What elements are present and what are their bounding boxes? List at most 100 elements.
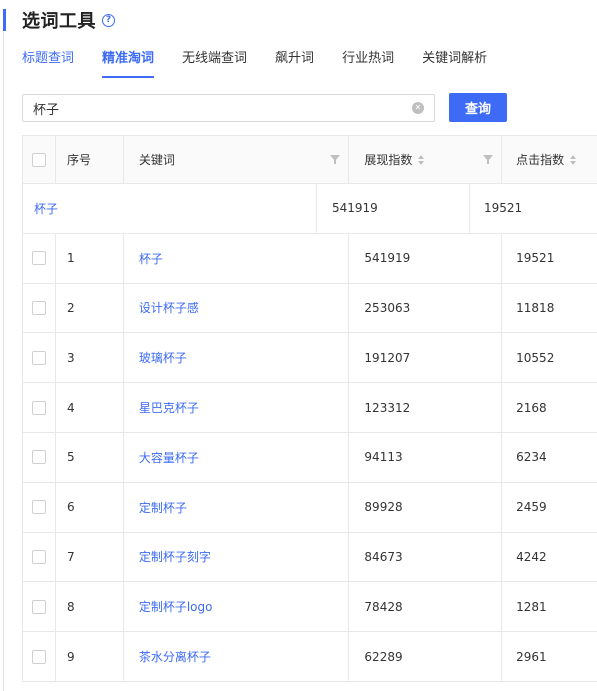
row-check-cell (23, 582, 56, 632)
tab-rising-words[interactable]: 飙升词 (275, 46, 314, 78)
click-index-sort-icon[interactable] (570, 154, 577, 165)
table-body: 1 杯子 541919 19521 2 设计杯子感 253063 11818 3 玻璃杯子 1912… (23, 233, 597, 682)
row-check-cell (23, 283, 56, 333)
row-show-index: 94113 (349, 432, 503, 482)
header-keyword-label: 关键词 (138, 153, 175, 167)
row-keyword-link[interactable]: 设计杯子感 (139, 299, 199, 316)
table-row: 4 星巴克杯子 123312 2168 (23, 383, 597, 433)
keyword-filter-icon[interactable] (330, 155, 341, 164)
summary-keyword[interactable]: 杯子 (23, 184, 317, 233)
row-keyword-link[interactable]: 定制杯子logo (139, 598, 213, 615)
row-checkbox[interactable] (31, 599, 46, 614)
table-row: 2 设计杯子感 253063 11818 (23, 283, 597, 334)
row-keyword-link[interactable]: 定制杯子刻字 (139, 548, 211, 565)
summary-keyword-link[interactable]: 杯子 (34, 200, 58, 217)
row-check-cell (23, 632, 56, 681)
query-button[interactable]: 查询 (449, 93, 507, 122)
select-all-checkbox[interactable] (31, 152, 46, 167)
row-keyword-link[interactable]: 星巴克杯子 (139, 399, 199, 416)
row-show-index: 123312 (349, 383, 503, 432)
row-seq: 6 (56, 482, 124, 532)
row-keyword-link[interactable]: 杯子 (139, 250, 163, 267)
tab-keyword-analysis[interactable]: 关键词解析 (422, 46, 487, 78)
header-seq: 序号 (56, 136, 124, 183)
row-keyword[interactable]: 星巴克杯子 (124, 383, 350, 432)
row-seq: 4 (56, 383, 124, 432)
row-check-cell (23, 532, 56, 582)
row-check-cell (23, 383, 56, 432)
search-input[interactable] (23, 95, 408, 121)
row-checkbox[interactable] (31, 500, 46, 515)
row-keyword[interactable]: 定制杯子刻字 (124, 532, 350, 582)
header-keyword: 关键词 (124, 136, 350, 183)
search-box: ✕ (22, 94, 435, 122)
tab-bar: 标题查词 精准淘词 无线端查词 飙升词 行业热词 关键词解析 (22, 46, 515, 78)
row-click-index: 11818 (516, 300, 555, 315)
row-seq: 1 (56, 233, 124, 283)
row-checkbox[interactable] (31, 350, 46, 365)
row-check-cell (23, 432, 56, 482)
left-divider (3, 31, 4, 691)
row-show-index: 191207 (349, 333, 503, 383)
row-keyword[interactable]: 定制杯子 (124, 482, 350, 532)
row-seq: 9 (56, 632, 124, 681)
show-index-sort-icon[interactable] (418, 154, 425, 165)
row-checkbox[interactable] (31, 251, 46, 266)
table-row: 1 杯子 541919 19521 (23, 233, 597, 284)
row-checkbox[interactable] (31, 549, 46, 564)
row-show-index: 84673 (349, 532, 503, 582)
row-seq: 2 (56, 283, 124, 333)
tab-title-search[interactable]: 标题查词 (22, 46, 74, 78)
table-header-row: 序号 关键词 展现指数 点击指数 (23, 136, 597, 184)
row-check-cell (23, 482, 56, 532)
row-keyword[interactable]: 茶水分离杯子 (124, 632, 350, 681)
clear-icon[interactable]: ✕ (412, 102, 424, 114)
row-check-cell (23, 233, 56, 283)
show-index-filter-icon[interactable] (483, 155, 494, 164)
row-keyword[interactable]: 设计杯子感 (124, 283, 350, 333)
row-seq: 5 (56, 432, 124, 482)
row-click-index: 6234 (516, 450, 547, 465)
row-click-index: 2459 (516, 500, 547, 515)
header-click-index[interactable]: 点击指数 (502, 136, 597, 183)
row-keyword[interactable]: 大容量杯子 (124, 432, 350, 482)
row-click-index: 1281 (516, 599, 547, 614)
row-show-index: 253063 (349, 283, 503, 333)
row-check-cell (23, 333, 56, 383)
table-row: 5 大容量杯子 94113 6234 (23, 432, 597, 483)
row-checkbox[interactable] (31, 649, 46, 664)
row-keyword-link[interactable]: 玻璃杯子 (139, 349, 187, 366)
row-click-index: 10552 (516, 350, 555, 365)
row-keyword-link[interactable]: 大容量杯子 (139, 449, 199, 466)
table-row: 8 定制杯子logo 78428 1281 (23, 582, 597, 633)
header-show-index[interactable]: 展现指数 (349, 136, 503, 183)
row-checkbox[interactable] (31, 300, 46, 315)
row-keyword[interactable]: 定制杯子logo (124, 582, 350, 632)
row-seq: 8 (56, 582, 124, 632)
help-icon[interactable]: ? (102, 13, 115, 27)
summary-click-index: 19521 (484, 201, 523, 216)
page-title: 选词工具 (22, 11, 96, 32)
row-checkbox[interactable] (31, 400, 46, 415)
table-row: 6 定制杯子 89928 2459 (23, 482, 597, 533)
row-show-index: 78428 (349, 582, 503, 632)
row-keyword[interactable]: 杯子 (124, 233, 350, 283)
tab-precise-search[interactable]: 精准淘词 (102, 46, 155, 78)
summary-show-index: 541919 (317, 184, 470, 233)
header-check-cell (23, 136, 56, 183)
row-checkbox[interactable] (31, 450, 46, 465)
row-show-index: 89928 (349, 482, 503, 532)
row-keyword[interactable]: 玻璃杯子 (124, 333, 350, 383)
row-keyword-link[interactable]: 茶水分离杯子 (139, 648, 211, 665)
row-click-index: 4242 (516, 549, 547, 564)
summary-row: 杯子 541919 19521 (23, 184, 597, 234)
title-row: 选词工具 ? (22, 6, 115, 34)
tab-mobile-search[interactable]: 无线端查词 (182, 46, 247, 78)
row-show-index: 541919 (349, 233, 503, 283)
row-keyword-link[interactable]: 定制杯子 (139, 499, 187, 516)
tab-industry-hot-words[interactable]: 行业热词 (342, 46, 394, 78)
row-show-index: 62289 (349, 632, 503, 681)
row-click-index: 2961 (516, 649, 547, 664)
row-seq: 3 (56, 333, 124, 383)
header-show-index-label: 展现指数 (364, 153, 413, 167)
